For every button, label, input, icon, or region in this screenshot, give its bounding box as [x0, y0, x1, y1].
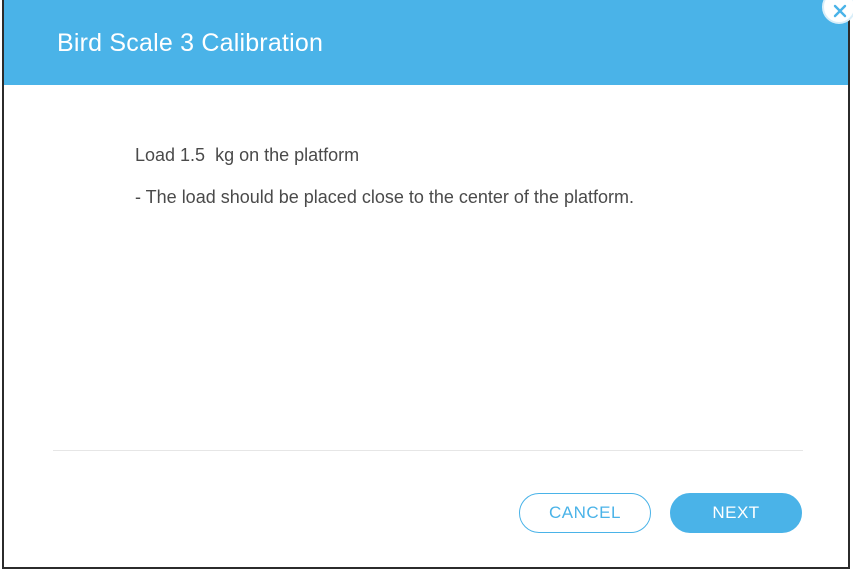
dialog-title: Bird Scale 3 Calibration — [57, 29, 324, 57]
next-button[interactable]: NEXT — [670, 493, 802, 533]
close-glyph-icon — [833, 4, 847, 18]
dialog-header: Bird Scale 3 Calibration — [4, 0, 853, 85]
close-icon[interactable] — [822, 0, 853, 24]
calibration-dialog: Bird Scale 3 Calibration Load 1.5 kg on … — [2, 0, 853, 569]
footer-divider — [53, 450, 803, 451]
placement-note: - The load should be placed close to the… — [135, 187, 634, 207]
cancel-button[interactable]: CANCEL — [519, 493, 651, 533]
instruction-text: Load 1.5 kg on the platform — [135, 145, 360, 165]
